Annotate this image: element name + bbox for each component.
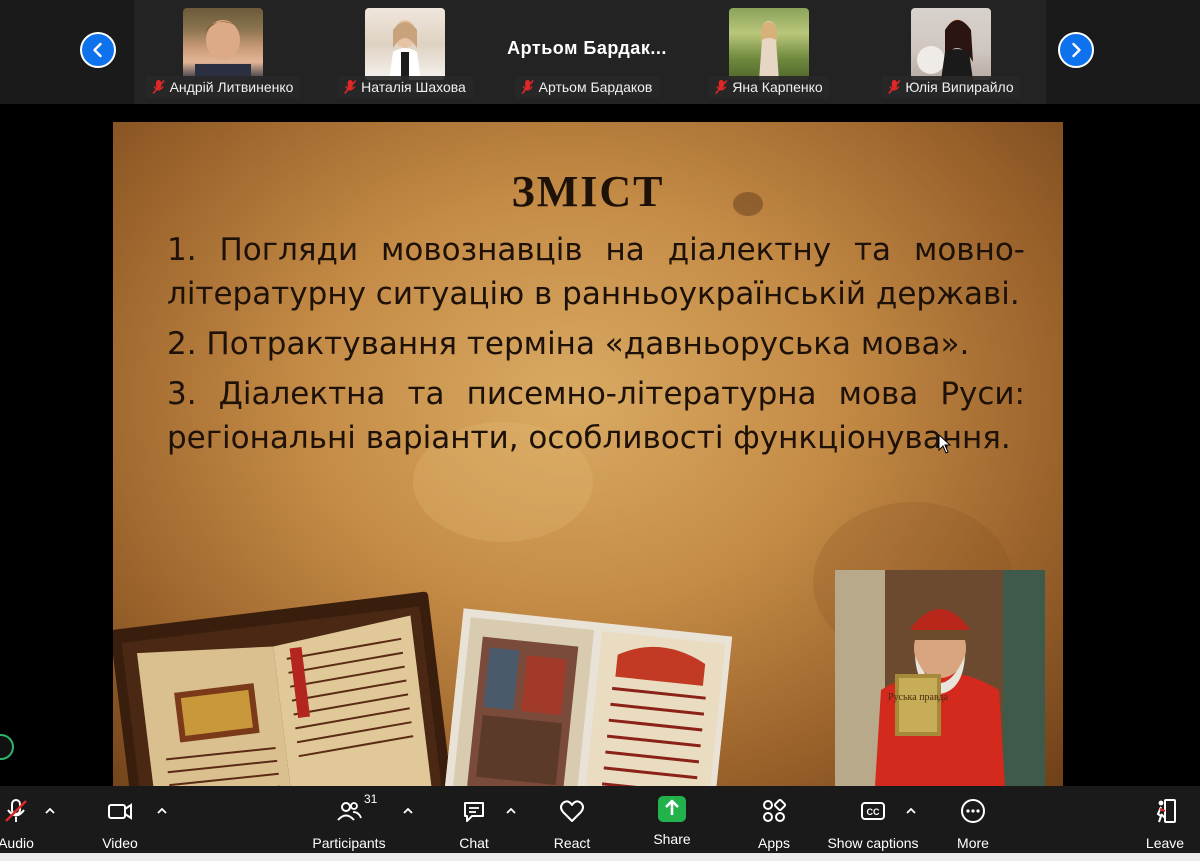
chevron-up-icon (45, 807, 55, 814)
audio-label: Audio (0, 835, 34, 851)
react-label: React (553, 835, 591, 851)
old-book-illustration (121, 606, 443, 786)
participants-count: 31 (364, 792, 378, 806)
video-label: Video (102, 835, 138, 851)
mouse-cursor-icon (938, 434, 952, 454)
share-button[interactable]: Share (650, 796, 694, 854)
closed-captions-icon: CC (861, 802, 885, 820)
participants-icon (337, 802, 362, 821)
participant-display-name: Артьом Бардак... (507, 38, 667, 58)
participant-tile[interactable]: Андрій Литвиненко (134, 0, 312, 104)
video-button[interactable]: Video (98, 796, 142, 854)
more-options-icon (961, 799, 985, 823)
chevron-right-icon (1072, 42, 1081, 58)
shared-screen-slide: ЗМІСТ 1. Погляди мовознавців на діалектн… (113, 122, 1063, 786)
participant-name: Яна Карпенко (732, 79, 823, 95)
muted-mic-icon (888, 79, 901, 95)
participant-tile[interactable]: Яна Карпенко (680, 0, 858, 104)
chevron-up-icon (506, 807, 516, 814)
show-captions-label: Show captions (827, 835, 919, 851)
share-screen-icon (665, 799, 679, 815)
svg-text:CC: CC (867, 807, 880, 817)
muted-mic-icon (152, 79, 165, 95)
participant-strip: Андрій Литвиненко Наталія Шахова Артьом … (0, 0, 1200, 104)
leave-button[interactable]: Leave (1144, 796, 1186, 854)
slide-item: 2. Потрактування терміна «давньоруська м… (167, 326, 970, 362)
next-page-button[interactable] (1058, 32, 1094, 68)
chat-options-caret[interactable] (505, 804, 519, 818)
prince-illustration: Руська правда (835, 570, 1045, 786)
chronicle-manuscript-image (443, 608, 733, 786)
participant-face (195, 20, 251, 80)
participant-tile[interactable]: Артьом Бардак... Артьом Бардаков (498, 0, 676, 104)
more-button[interactable]: More (952, 796, 994, 854)
participant-name: Андрій Литвиненко (169, 79, 294, 95)
participant-name: Наталія Шахова (361, 79, 466, 95)
book-inscription: Руська правда (888, 692, 949, 703)
participant-tile[interactable]: Юлія Випирайло (862, 0, 1040, 104)
prince-portrait-image: Руська правда (835, 570, 1045, 786)
participant-name-label: Андрій Литвиненко (145, 76, 301, 98)
participant-tile[interactable]: Наталія Шахова (316, 0, 494, 104)
participant-name: Артьом Бардаков (538, 79, 653, 95)
participants-label: Participants (312, 835, 386, 851)
participant-name-label: Артьом Бардаков (514, 76, 660, 98)
participant-face (917, 19, 973, 80)
slide-item: 3. Діалектна та писемно-літературна мова… (167, 376, 1025, 456)
apps-label: Apps (758, 835, 790, 851)
participant-video (729, 8, 809, 80)
muted-microphone-icon (5, 799, 27, 822)
chevron-up-icon (906, 807, 916, 814)
chat-button[interactable]: Chat (454, 796, 494, 854)
old-book-image (113, 591, 452, 786)
participant-face (389, 20, 421, 80)
chevron-up-icon (157, 807, 167, 814)
muted-mic-icon (715, 79, 728, 95)
side-panel-marker[interactable] (0, 734, 14, 760)
meeting-toolbar: Audio Video 31 Participants Chat React S… (0, 786, 1200, 861)
muted-mic-icon (521, 79, 534, 95)
leave-label: Leave (1145, 835, 1185, 851)
chevron-left-icon (93, 42, 102, 58)
audio-button[interactable]: Audio (0, 796, 36, 854)
chat-bubble-icon (464, 802, 484, 822)
share-label: Share (653, 831, 691, 847)
participant-name: Юлія Випирайло (905, 79, 1014, 95)
participant-name-label: Наталія Шахова (337, 76, 473, 98)
participant-video (911, 8, 991, 80)
participant-name-label: Яна Карпенко (708, 76, 830, 98)
captions-options-caret[interactable] (905, 804, 919, 818)
slide-content: 1. Погляди мовознавців на діалектну та м… (167, 228, 1025, 466)
react-button[interactable]: React (550, 796, 594, 854)
participant-face (759, 21, 779, 80)
participant-video (183, 8, 263, 80)
more-label: More (957, 835, 989, 851)
participants-button[interactable]: 31 Participants (304, 792, 394, 854)
slide-item: 1. Погляди мовознавців на діалектну та м… (167, 232, 1025, 312)
video-options-caret[interactable] (156, 804, 170, 818)
apps-button[interactable]: Apps (754, 796, 794, 854)
participant-video (365, 8, 445, 80)
participants-options-caret[interactable] (402, 804, 416, 818)
apps-icon (763, 798, 787, 822)
chevron-up-icon (403, 807, 413, 814)
participant-name-label: Юлія Випирайло (881, 76, 1021, 98)
audio-options-caret[interactable] (44, 804, 58, 818)
muted-mic-icon (344, 79, 357, 95)
manuscript-illustration (443, 608, 733, 786)
slide-title: ЗМІСТ (511, 167, 665, 216)
chat-label: Chat (459, 835, 489, 851)
leave-meeting-icon (1156, 799, 1176, 823)
window-bottom-edge (0, 853, 1200, 861)
heart-icon (560, 800, 584, 822)
previous-page-button[interactable] (80, 32, 116, 68)
video-camera-icon (108, 803, 132, 820)
